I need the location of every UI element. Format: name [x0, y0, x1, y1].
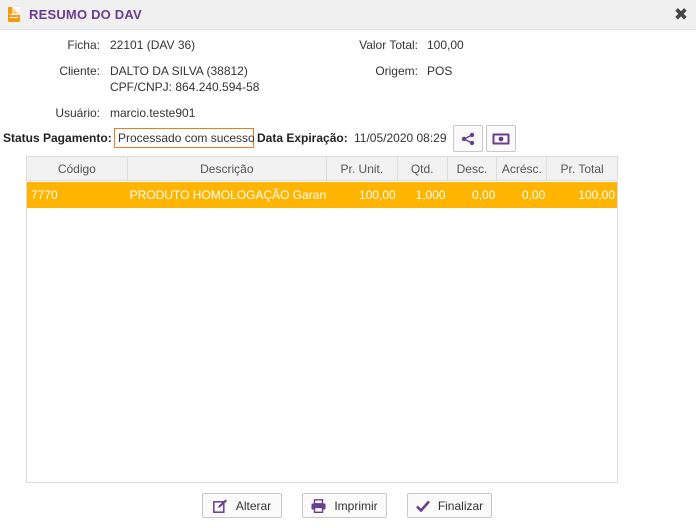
col-qtd[interactable]: Qtd.: [398, 157, 448, 180]
col-acresc[interactable]: Acrésc.: [497, 157, 548, 180]
money-icon: [492, 133, 510, 144]
cell-descricao: PRODUTO HOMOLOGAÇÃO Garantia le: [129, 188, 327, 202]
data-expiracao-value: 11/05/2020 08:29: [354, 131, 447, 145]
title-bar: RESUMO DO DAV ✖: [0, 0, 696, 30]
status-pagamento-label: Status Pagamento:: [3, 131, 112, 145]
check-icon: [415, 500, 430, 512]
col-desc[interactable]: Desc.: [448, 157, 498, 180]
col-pr-unit[interactable]: Pr. Unit.: [327, 157, 398, 180]
imprimir-label: Imprimir: [334, 498, 378, 513]
origem-label: Origem:: [375, 64, 418, 78]
ficha-value: 22101 (DAV 36): [110, 38, 196, 52]
edit-icon: [212, 499, 227, 513]
data-expiracao-label: Data Expiração:: [257, 131, 348, 145]
ficha-label: Ficha:: [67, 38, 100, 52]
finalizar-button[interactable]: Finalizar: [407, 493, 492, 518]
grid-header: Código Descrição Pr. Unit. Qtd. Desc. Ac…: [27, 157, 617, 181]
finalizar-label: Finalizar: [437, 498, 484, 513]
col-pr-total[interactable]: Pr. Total: [547, 157, 617, 180]
share-button[interactable]: [453, 125, 483, 152]
payment-button[interactable]: [486, 125, 516, 152]
cpf-cnpj-value: CPF/CNPJ: 864.240.594-58: [110, 80, 260, 94]
cliente-label: Cliente:: [59, 64, 100, 78]
table-row[interactable]: 7770 PRODUTO HOMOLOGAÇÃO Garantia le 100…: [27, 182, 617, 208]
valor-total-value: 100,00: [427, 38, 464, 52]
dialog-title: RESUMO DO DAV: [29, 7, 142, 22]
cell-codigo: 7770: [31, 188, 58, 202]
cell-desc: 0,00: [472, 188, 496, 202]
col-codigo[interactable]: Código: [27, 157, 128, 180]
close-button[interactable]: ✖: [672, 5, 690, 24]
print-icon: [311, 498, 326, 513]
alterar-button[interactable]: Alterar: [202, 493, 282, 518]
cliente-value: DALTO DA SILVA (38812): [110, 64, 248, 78]
imprimir-button[interactable]: Imprimir: [302, 493, 387, 518]
valor-total-label: Valor Total:: [359, 38, 418, 52]
cell-pr-total: 100,00: [578, 188, 616, 202]
cell-qtd: 1,000: [415, 188, 446, 202]
usuario-label: Usuário:: [55, 106, 100, 120]
items-grid: Código Descrição Pr. Unit. Qtd. Desc. Ac…: [26, 156, 618, 483]
status-pagamento-value: Processado com sucesso: [114, 128, 255, 148]
cell-acresc: 0,00: [521, 188, 546, 202]
alterar-label: Alterar: [235, 498, 272, 513]
usuario-value: marcio.teste901: [110, 106, 196, 120]
origem-value: POS: [427, 64, 453, 78]
share-icon: [461, 132, 475, 145]
cell-pr-unit: 100,00: [359, 188, 396, 202]
resumo-dav-dialog: RESUMO DO DAV ✖ Ficha: 22101 (DAV 36) Va…: [0, 0, 696, 528]
document-icon: [8, 7, 20, 22]
col-descricao[interactable]: Descrição: [128, 157, 327, 180]
